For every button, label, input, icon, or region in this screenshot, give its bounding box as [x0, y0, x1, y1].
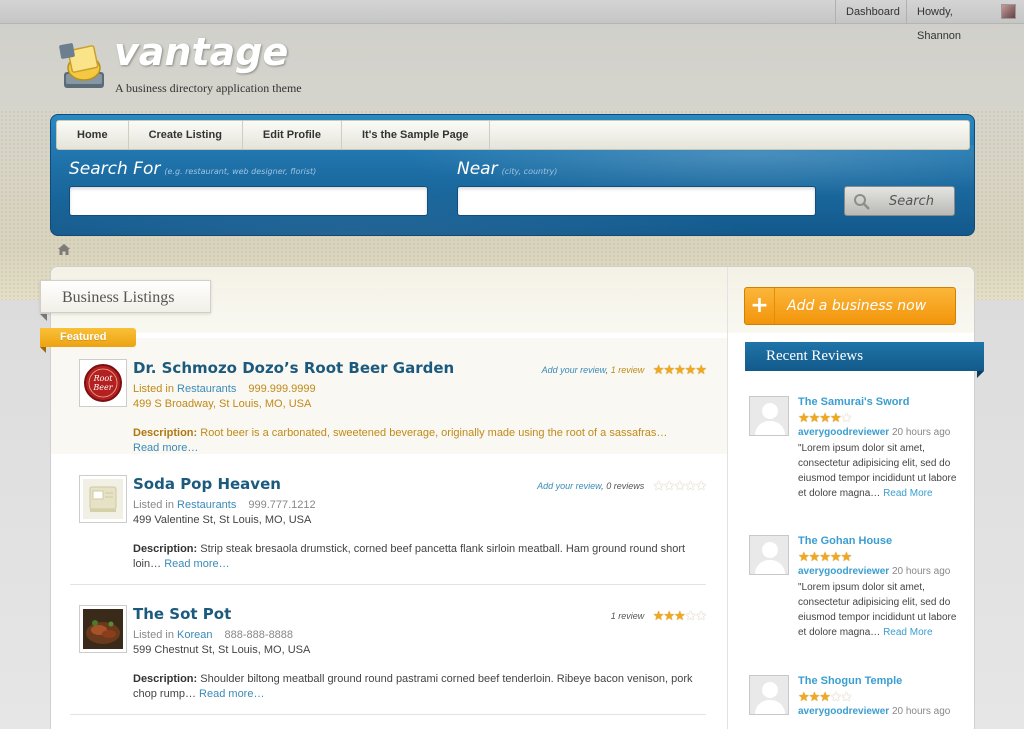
admin-bar: Dashboard Howdy, Shannon [0, 0, 1024, 42]
read-more-link[interactable]: Read More [883, 627, 932, 638]
review-business-link[interactable]: The Gohan House [798, 535, 892, 547]
rating-stars: ★★★★★ [652, 478, 707, 493]
listing-thumbnail[interactable]: Root Beer [79, 359, 127, 407]
near-hint: (city, country) [501, 167, 558, 176]
listing-description: Description: Shoulder biltong meatball g… [133, 673, 693, 700]
listing-rating-meta: Add your review, 0 reviews ★★★★★ [537, 478, 707, 493]
search-for-label: Search For (e.g. restaurant, web designer… [69, 159, 317, 179]
site-name[interactable]: vantage [114, 30, 288, 74]
listing-phone: 999.999.9999 [248, 383, 316, 395]
reviewer-avatar-icon[interactable] [749, 396, 789, 436]
read-more-link[interactable]: Read More [883, 488, 932, 499]
listing-item: The Sot Pot 1 review ★★★★★ Listed in Kor… [70, 605, 707, 700]
listing-divider [70, 584, 706, 585]
home-breadcrumb-icon[interactable] [58, 244, 70, 255]
category-link[interactable]: Restaurants [177, 383, 236, 395]
account-menu[interactable]: Howdy, Shannon [906, 0, 1024, 42]
review-item: The Gohan House ★★★★★ averygoodreviewer … [749, 535, 959, 660]
review-rating-stars: ★★★★★ [798, 549, 852, 564]
search-for-input[interactable] [69, 186, 428, 216]
listing-rating-meta: Add your review, 1 review ★★★★★ [541, 362, 707, 377]
listing-address: 499 S Broadway, St Louis, MO, USA [133, 398, 312, 410]
review-item: The Shogun Temple ★★★★★ averygoodreviewe… [749, 675, 959, 729]
near-input[interactable] [457, 186, 816, 216]
listing-title[interactable]: The Sot Pot [133, 605, 231, 623]
search-button[interactable]: Search [844, 186, 955, 216]
category-link[interactable]: Restaurants [177, 499, 236, 511]
review-excerpt: "Lorem ipsum dolor sit amet, consectetur… [798, 582, 957, 638]
plus-icon: + [745, 288, 775, 324]
svg-text:Beer: Beer [92, 383, 113, 392]
review-count-link[interactable]: 1 review [611, 365, 645, 375]
read-more-link[interactable]: Read more… [133, 442, 198, 454]
listing-phone: 999.777.1212 [248, 499, 316, 511]
reviewer-avatar-icon[interactable] [749, 535, 789, 575]
review-count: 1 review [610, 611, 645, 621]
review-byline: averygoodreviewer 20 hours ago [798, 566, 951, 577]
food-photo-icon [83, 609, 123, 649]
rating-stars: ★★★★★ [652, 362, 707, 377]
review-rating-stars: ★★★★★ [798, 410, 852, 425]
add-review-link[interactable]: Add your review [537, 481, 601, 491]
read-more-link[interactable]: Read more… [164, 558, 229, 570]
reviewer-link[interactable]: averygoodreviewer [798, 706, 889, 717]
featured-ribbon: Featured [40, 328, 136, 353]
listing-category-line: Listed in Restaurants 999.999.9999 [133, 383, 316, 395]
listing-phone: 888-888-8888 [224, 629, 294, 641]
section-title: Business Listings [40, 280, 211, 321]
review-rating-stars: ★★★★★ [798, 689, 852, 704]
user-avatar [1001, 4, 1016, 19]
review-business-link[interactable]: The Shogun Temple [798, 675, 902, 687]
listing-divider [70, 714, 706, 715]
nav-create-listing[interactable]: Create Listing [129, 121, 243, 149]
add-business-button[interactable]: + Add a business now [744, 287, 956, 325]
listing-description: Description: Root beer is a carbonated, … [133, 427, 668, 454]
review-business-link[interactable]: The Samurai's Sword [798, 396, 909, 408]
category-link[interactable]: Korean [177, 629, 212, 641]
nav-sample-page[interactable]: It's the Sample Page [342, 121, 490, 149]
dashboard-link[interactable]: Dashboard [835, 0, 906, 24]
svg-text:Root: Root [93, 374, 114, 383]
header-search-panel: Home Create Listing Edit Profile It's th… [50, 114, 975, 236]
listing-rating-meta: 1 review ★★★★★ [610, 608, 707, 624]
rating-stars: ★★★★★ [652, 608, 707, 623]
search-for-hint: (e.g. restaurant, web designer, florist) [164, 167, 317, 176]
listing-category-line: Listed in Korean 888-888-8888 [133, 629, 294, 641]
howdy-text: Howdy, Shannon [917, 6, 962, 42]
root-beer-logo-icon: Root Beer [83, 363, 123, 403]
review-byline: averygoodreviewer 20 hours ago [798, 427, 951, 438]
nav-home[interactable]: Home [57, 121, 129, 149]
site-tagline: A business directory application theme [115, 81, 302, 95]
add-review-link[interactable]: Add your review [542, 365, 606, 375]
nav-edit-profile[interactable]: Edit Profile [243, 121, 342, 149]
review-count: 0 reviews [606, 481, 645, 491]
listing-thumbnail[interactable] [79, 475, 127, 523]
listing-description: Description: Strip steak bresaola drumst… [133, 543, 686, 570]
reviewer-link[interactable]: averygoodreviewer [798, 566, 889, 577]
magnifier-icon [853, 193, 873, 210]
review-byline: averygoodreviewer 20 hours ago [798, 706, 951, 717]
listing-item: Soda Pop Heaven Add your review, 0 revie… [70, 475, 707, 570]
listing-category-line: Listed in Restaurants 999.777.1212 [133, 499, 316, 511]
rolodex-logo-icon[interactable] [56, 42, 108, 94]
listing-address: 599 Chestnut St, St Louis, MO, USA [133, 644, 311, 656]
read-more-link[interactable]: Read more… [199, 688, 264, 700]
placeholder-image-icon [83, 479, 123, 519]
listing-title[interactable]: Dr. Schmozo Dozo’s Root Beer Garden [133, 359, 454, 377]
reviewer-link[interactable]: averygoodreviewer [798, 427, 889, 438]
near-label: Near (city, country) [457, 159, 558, 179]
review-excerpt: "Lorem ipsum dolor sit amet, consectetur… [798, 443, 957, 499]
listing-thumbnail[interactable] [79, 605, 127, 653]
reviewer-avatar-icon[interactable] [749, 675, 789, 715]
listing-title[interactable]: Soda Pop Heaven [133, 475, 281, 493]
recent-reviews-heading: Recent Reviews [745, 342, 984, 378]
review-item: The Samurai's Sword ★★★★★ averygoodrevie… [749, 396, 959, 521]
listing-address: 499 Valentine St, St Louis, MO, USA [133, 514, 312, 526]
listing-item: Root Beer Dr. Schmozo Dozo’s Root Beer G… [70, 359, 707, 454]
main-nav: Home Create Listing Edit Profile It's th… [56, 120, 970, 150]
